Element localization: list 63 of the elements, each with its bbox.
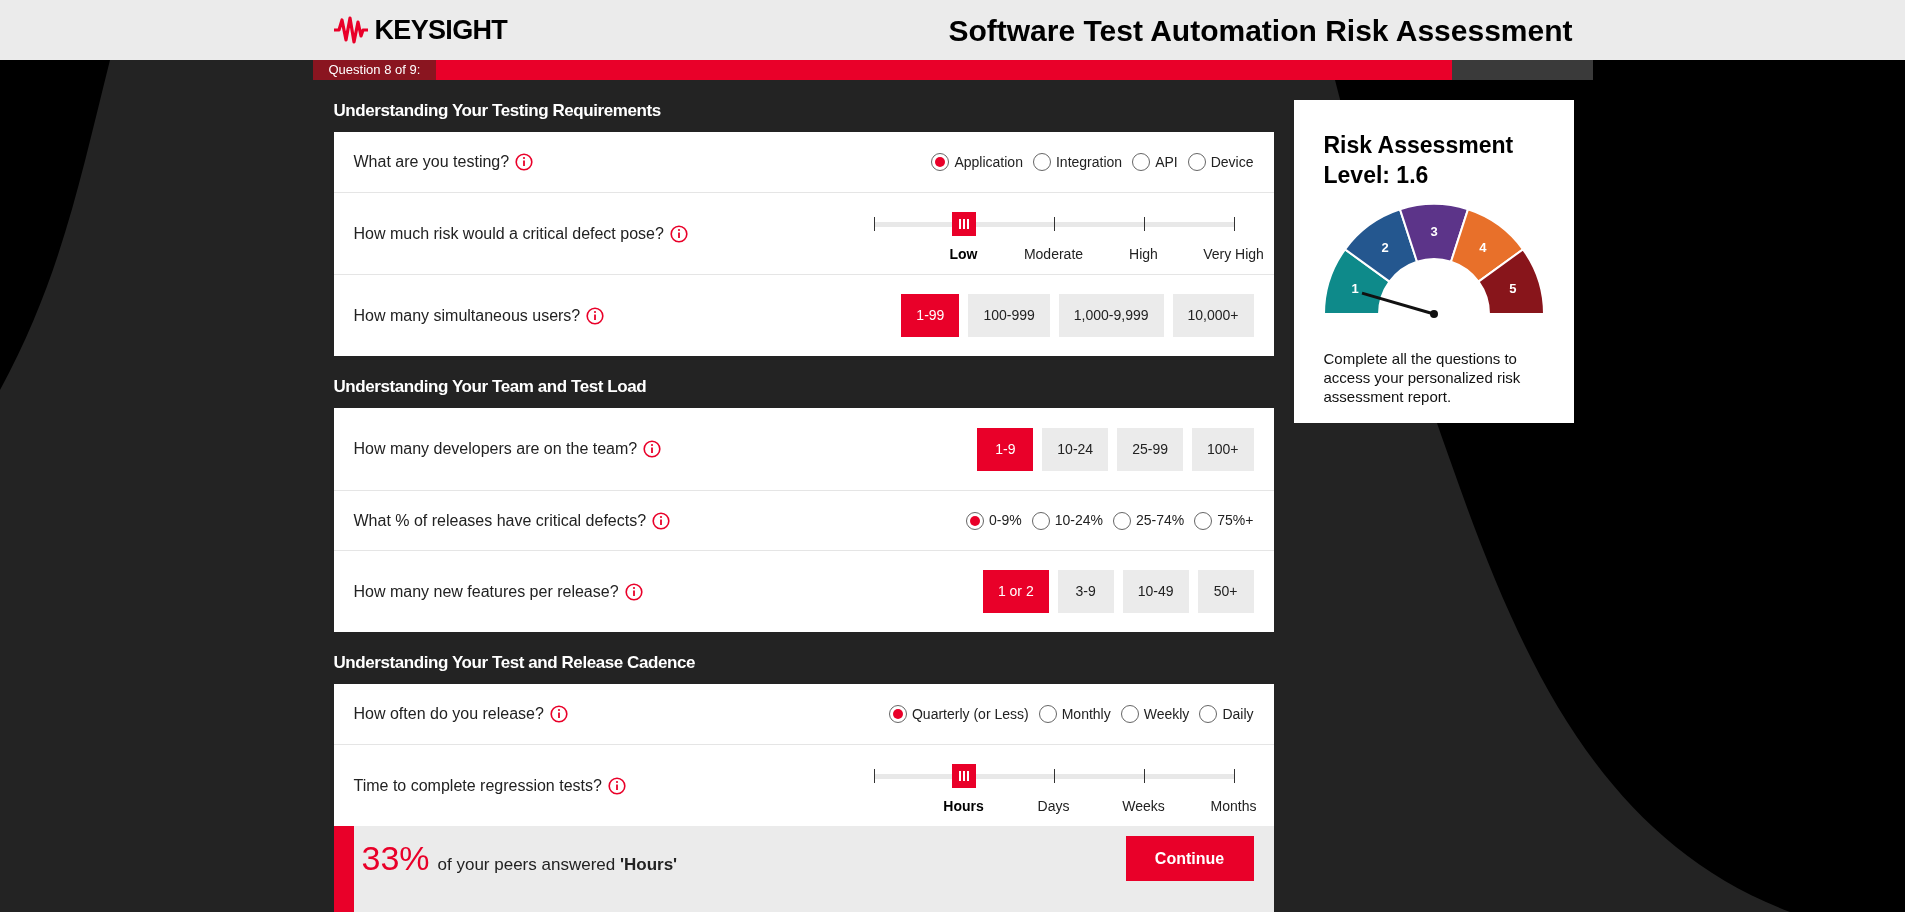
question-text: What % of releases have critical defects? <box>353 510 647 531</box>
risk-level-title: Risk Assessment Level: 1.6 <box>1323 131 1515 190</box>
radio-option[interactable]: 75%+ <box>1194 510 1254 531</box>
continue-button[interactable]: Continue <box>1125 836 1254 881</box>
info-icon[interactable] <box>652 511 671 530</box>
logo-text: KEYSIGHT <box>374 13 508 47</box>
info-icon[interactable] <box>624 582 643 601</box>
question-text: How many new features per release? <box>353 581 619 602</box>
question-text: What are you testing? <box>353 152 510 172</box>
section-heading: Understanding Your Test and Release Cadence <box>333 652 696 675</box>
info-icon[interactable] <box>586 306 605 325</box>
slider-label[interactable]: Days <box>1037 795 1070 817</box>
option-button[interactable]: 100-999 <box>968 294 1050 337</box>
radio-option[interactable]: 0-9% <box>966 510 1022 531</box>
section-heading: Understanding Your Team and Test Load <box>333 376 648 399</box>
option-button[interactable]: 3-9 <box>1057 570 1114 613</box>
info-icon[interactable] <box>643 440 662 458</box>
radio-option[interactable]: Weekly <box>1120 703 1190 725</box>
option-button[interactable]: 100+ <box>1191 427 1254 471</box>
slider-label[interactable]: Months <box>1210 795 1257 817</box>
question-text: How often do you release? <box>353 704 544 724</box>
slider-label[interactable]: Very High <box>1203 243 1264 265</box>
slider-label[interactable]: High <box>1129 243 1158 265</box>
progress-label: Question 8 of 9: <box>312 60 437 80</box>
option-button[interactable]: 1-9 <box>977 427 1034 471</box>
option-button[interactable]: 10,000+ <box>1172 294 1254 337</box>
option-button[interactable]: 50+ <box>1197 570 1254 613</box>
radio-option[interactable]: Monthly <box>1038 703 1111 725</box>
question-text: How many developers are on the team? <box>353 439 638 459</box>
peer-text: of your peers answered 'Hours' <box>437 854 678 876</box>
radio-option[interactable]: Device <box>1187 151 1254 173</box>
option-button[interactable]: 10-24 <box>1042 427 1109 471</box>
radio-option[interactable]: Quarterly (or Less) <box>889 703 1029 725</box>
radio-option[interactable]: API <box>1132 151 1178 173</box>
slider-label[interactable]: Weeks <box>1122 795 1165 817</box>
option-button[interactable]: 25-99 <box>1117 427 1183 471</box>
radio-option[interactable]: Integration <box>1032 151 1123 173</box>
peer-percent: 33% <box>361 840 430 876</box>
radio-option[interactable]: 25-74% <box>1113 510 1185 531</box>
info-icon[interactable] <box>669 224 688 243</box>
radio-option[interactable]: Application <box>931 151 1023 173</box>
option-button[interactable]: 1-99 <box>901 294 960 337</box>
question-text: Time to complete regression tests? <box>353 775 602 796</box>
slider-label[interactable]: Hours <box>943 795 984 817</box>
question-text: How many simultaneous users? <box>353 305 581 326</box>
info-icon[interactable] <box>515 153 534 171</box>
option-button[interactable]: 10-49 <box>1122 570 1189 613</box>
page-title: Software Test Automation Risk Assessment <box>948 12 1573 49</box>
wave-logo-icon <box>332 16 369 44</box>
slider-label[interactable]: Low <box>949 243 978 265</box>
radio-option[interactable]: Daily <box>1199 703 1254 725</box>
slider-label[interactable]: Moderate <box>1023 243 1084 265</box>
option-button[interactable]: 1 or 2 <box>982 570 1049 613</box>
risk-gauge-drawing: 1 2 3 4 5 <box>1323 204 1544 319</box>
section-heading: Understanding Your Testing Requirements <box>333 100 662 123</box>
info-icon[interactable] <box>607 776 626 795</box>
slider-thumb[interactable] <box>951 211 976 236</box>
risk-note: Complete all the questions to access your personalized risk assessment report. <box>1323 349 1522 406</box>
radio-option[interactable]: 10-24% <box>1031 510 1104 531</box>
option-button[interactable]: 1,000-9,999 <box>1058 294 1164 337</box>
question-text: How much risk would a critical defect pose? <box>353 223 664 244</box>
info-icon[interactable] <box>549 705 568 723</box>
slider-thumb[interactable] <box>951 763 976 788</box>
